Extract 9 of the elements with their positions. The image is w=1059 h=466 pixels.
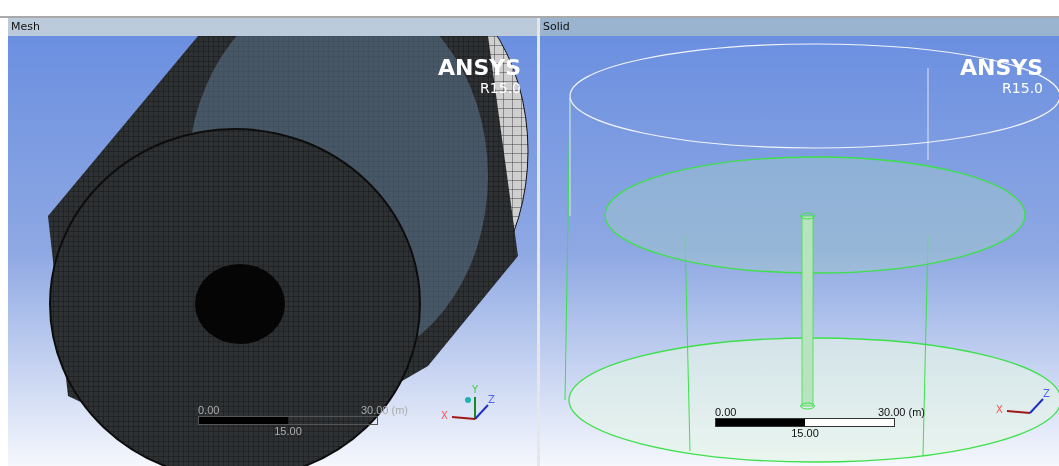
version-label: R15.0 bbox=[1002, 80, 1043, 96]
viewport-title: Solid bbox=[540, 18, 1059, 36]
scale-min-label: 0.00 bbox=[198, 404, 220, 416]
scale-mid-label: 15.00 bbox=[274, 425, 302, 437]
version-label: R15.0 bbox=[480, 80, 521, 96]
scale-mid-label: 15.00 bbox=[791, 427, 819, 439]
viewport-title: Mesh bbox=[8, 18, 537, 36]
scale-min-label: 0.00 bbox=[715, 406, 737, 418]
scale-max-label: 30.00 (m) bbox=[877, 406, 925, 418]
